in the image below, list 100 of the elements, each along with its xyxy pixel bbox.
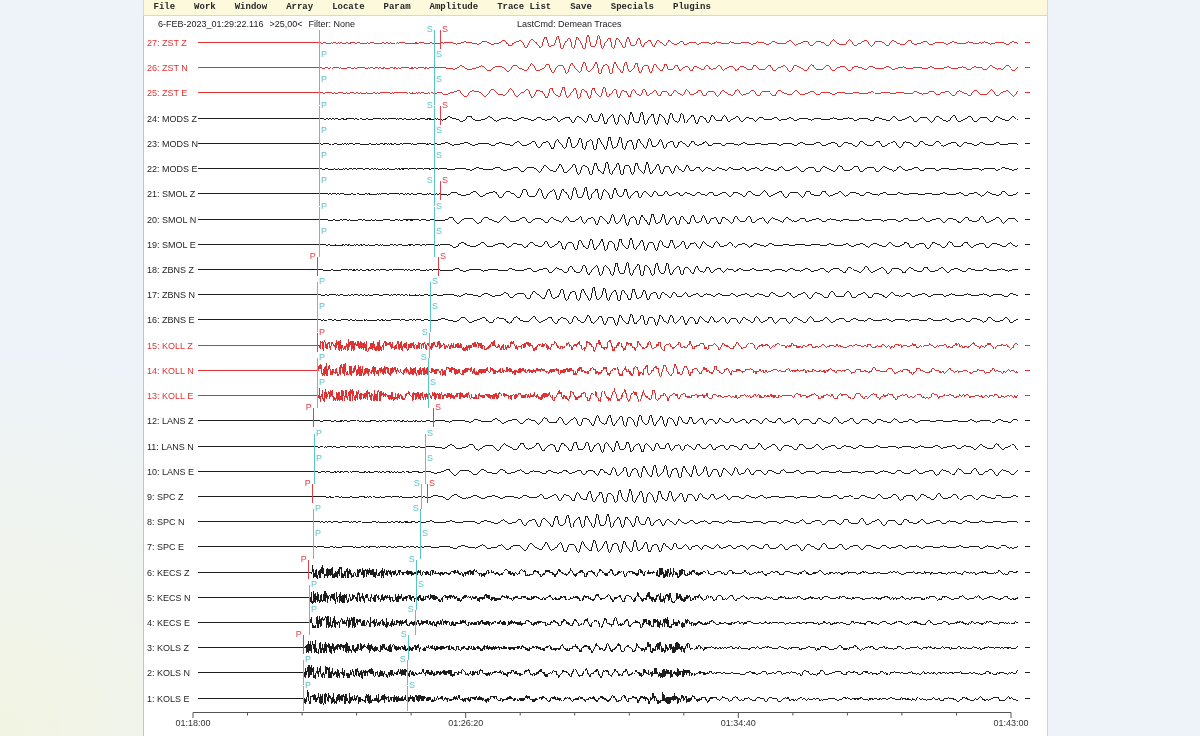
trace-label: 21: SMOL Z	[147, 189, 197, 200]
phase-label: P	[309, 250, 316, 261]
phase-label: S	[436, 200, 443, 211]
phase-label: P	[316, 452, 323, 463]
trace-label: 6: KECS Z	[147, 567, 191, 578]
trace-label: 27: ZST Z	[147, 38, 188, 48]
phase-label: P	[321, 99, 328, 110]
phase-label: P	[305, 654, 312, 665]
phase-label: P	[321, 74, 328, 85]
trace-label: 20: SMOL N	[147, 214, 198, 225]
arrival-line	[433, 408, 435, 428]
phase-label: S	[413, 477, 420, 488]
phase-label: P	[315, 502, 322, 513]
menu-item[interactable]: File	[144, 0, 185, 15]
phase-label: S	[442, 175, 449, 186]
menu-item[interactable]: Locate	[322, 0, 375, 15]
trace-label: 14: KOLL N	[147, 365, 195, 376]
phase-label: P	[319, 326, 326, 337]
menu-item[interactable]: Amplitude	[420, 0, 488, 15]
phase-label: S	[426, 175, 433, 186]
phase-label: S	[436, 149, 443, 160]
trace-label: 7: SPC E	[147, 542, 185, 553]
menu-item[interactable]: Array	[276, 0, 323, 15]
phase-label: S	[399, 654, 406, 665]
trace-label: 10: LANS E	[147, 466, 196, 477]
phase-label: S	[426, 99, 433, 110]
phase-label: P	[321, 175, 328, 186]
phase-label: S	[421, 326, 428, 337]
phase-label: S	[440, 250, 447, 261]
phase-label: S	[426, 23, 433, 34]
trace-label: 22: MODS E	[147, 164, 198, 175]
phase-label: P	[321, 124, 328, 135]
trace-label: 12: LANS Z	[147, 416, 195, 427]
phase-label: P	[305, 679, 312, 690]
phase-label: S	[409, 679, 416, 690]
phase-label: P	[295, 629, 302, 640]
phase-label: P	[319, 276, 326, 286]
phase-label: S	[436, 225, 443, 236]
phase-label: P	[319, 351, 326, 362]
phase-label: S	[436, 124, 443, 135]
menu-item[interactable]: Trace List	[487, 0, 561, 15]
phase-label: S	[430, 376, 437, 387]
time-label: 01:18:00	[175, 717, 211, 728]
trace-label: 26: ZST N	[147, 63, 189, 74]
arrival-line	[438, 256, 440, 276]
phase-label: S	[420, 351, 427, 362]
phase-label: P	[319, 376, 326, 387]
trace-label: 3: KOLS Z	[147, 643, 191, 654]
phase-label: P	[315, 528, 322, 539]
trace-label: 4: KECS E	[147, 618, 192, 629]
phase-label: S	[436, 74, 443, 85]
menu-item[interactable]: Plugins	[663, 0, 721, 15]
phase-label: P	[304, 477, 311, 488]
phase-label: S	[422, 528, 429, 539]
menu-item[interactable]: Save	[560, 0, 602, 15]
trace-label: 23: MODS N	[147, 138, 198, 149]
phase-label: P	[321, 200, 328, 211]
trace-label: 19: SMOL E	[147, 239, 197, 250]
arrival-line	[303, 635, 305, 655]
arrival-line	[313, 408, 315, 428]
phase-label: S	[429, 477, 436, 488]
menu-item[interactable]: Work	[184, 0, 226, 15]
phase-label: S	[412, 502, 419, 513]
filter-label: Filter: None	[308, 19, 355, 30]
trace-label: 17: ZBNS N	[147, 290, 196, 301]
arrival-line	[440, 105, 442, 125]
phase-label: P	[321, 49, 328, 59]
phase-label: P	[321, 225, 328, 236]
phase-label: S	[442, 23, 449, 34]
amplitude-scale: >25,00<	[269, 19, 303, 30]
phase-label: P	[316, 427, 323, 438]
time-label: 01:26:20	[448, 717, 484, 728]
phase-label: S	[432, 301, 439, 312]
phase-label: S	[400, 629, 407, 640]
phase-label: S	[418, 578, 425, 589]
phase-label: P	[311, 603, 318, 614]
menu-item[interactable]: Specials	[601, 0, 664, 15]
event-time: 6-FEB-2023_01:29:22.116	[158, 19, 264, 30]
phase-label: P	[321, 149, 328, 160]
trace-label: 1: KOLS E	[147, 693, 191, 704]
menu-item[interactable]: Param	[374, 0, 421, 15]
phase-label: P	[305, 402, 312, 413]
trace-label: 24: MODS Z	[147, 113, 198, 124]
phase-label: S	[432, 276, 439, 286]
trace-label: 8: SPC N	[147, 517, 186, 528]
trace-label: 13: KOLL E	[147, 391, 195, 402]
phase-label: S	[427, 427, 434, 438]
phase-label: S	[427, 452, 434, 463]
phase-label: P	[300, 553, 307, 564]
phase-label: P	[319, 301, 326, 312]
menu-item[interactable]: Window	[225, 0, 277, 15]
last-command: LastCmd: Demean Traces	[517, 19, 622, 30]
phase-label: S	[407, 603, 414, 614]
arrival-line	[440, 181, 442, 201]
trace-label: 16: ZBNS E	[147, 315, 196, 326]
arrival-line	[308, 559, 310, 579]
trace-label: 11: LANS N	[147, 441, 195, 452]
phase-label: S	[436, 49, 443, 59]
phase-label: P	[311, 578, 318, 589]
phase-label: S	[408, 553, 415, 564]
